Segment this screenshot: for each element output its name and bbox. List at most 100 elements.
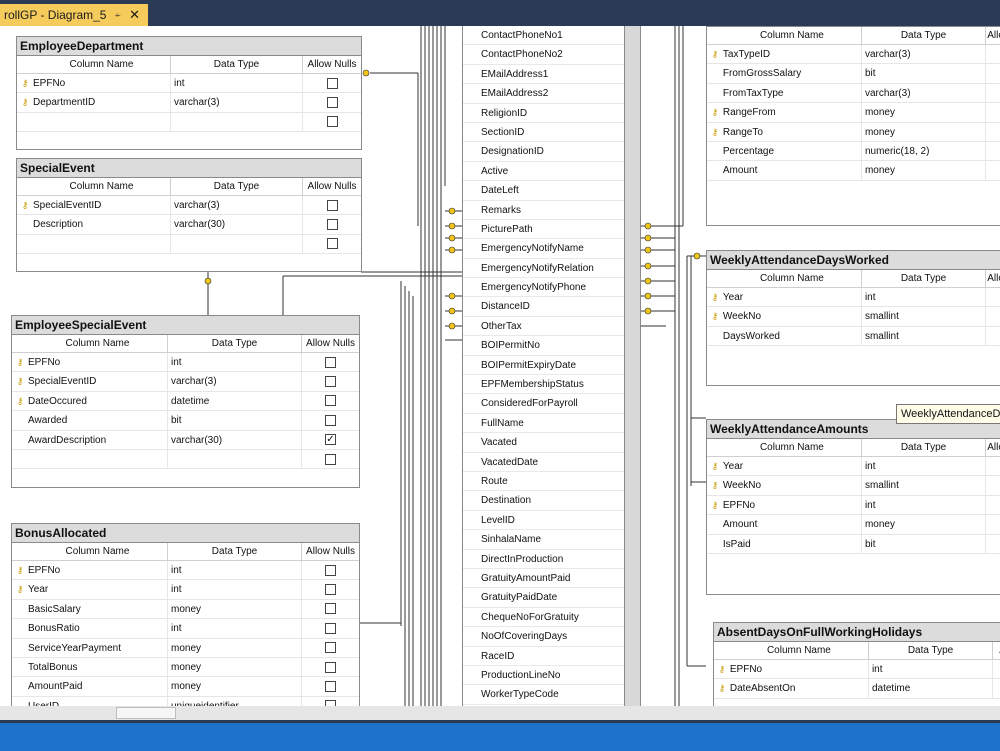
column-row[interactable]: DirectInProduction (463, 550, 624, 569)
allow-nulls-checkbox[interactable] (325, 622, 336, 634)
column-name[interactable]: FromTaxType (723, 83, 862, 103)
column-row[interactable]: EmergencyNotifyRelation (463, 259, 624, 279)
allow-nulls-checkbox[interactable] (325, 681, 336, 693)
column-name[interactable]: TaxTypeID (723, 45, 862, 64)
data-type[interactable]: money (168, 677, 302, 696)
allow-nulls-checkbox[interactable] (325, 642, 336, 654)
column-name[interactable]: RangeFrom (723, 103, 862, 122)
column-name[interactable]: EPFNo (33, 74, 171, 93)
column-name[interactable]: ServiceYearPayment (28, 638, 168, 657)
data-type[interactable]: datetime (869, 679, 994, 698)
table-employee-special-event[interactable]: EmployeeSpecialEvent Column Name Data Type… (11, 315, 360, 488)
data-type[interactable]: money (862, 515, 987, 534)
column-row[interactable]: EMailAddress1 (463, 65, 624, 85)
table-row[interactable] (17, 234, 361, 255)
table-title[interactable]: AbsentDaysOnFullWorkingHolidays (714, 623, 1000, 642)
column-row[interactable]: WorkerTypeCode (463, 685, 624, 705)
allow-nulls-checkbox[interactable] (325, 564, 336, 576)
column-name[interactable]: Year (723, 457, 862, 476)
data-type[interactable]: varchar(3) (862, 83, 987, 103)
table-row[interactable]: Amount money (707, 515, 1000, 535)
table-title[interactable]: BonusAllocated (12, 524, 359, 543)
column-name[interactable]: WeekNo (723, 476, 862, 495)
data-type[interactable]: int (862, 495, 987, 515)
table-title[interactable]: EmployeeDepartment (17, 37, 361, 56)
column-row[interactable]: EmergencyNotifyPhone (463, 278, 624, 298)
column-name[interactable]: Amount (723, 161, 862, 180)
column-row[interactable]: DesignationID (463, 142, 624, 162)
table-row[interactable]: IsPaid bit (707, 534, 1000, 554)
column-row[interactable]: DistanceID (463, 297, 624, 317)
column-name[interactable]: WeekNo (723, 307, 862, 326)
data-type[interactable]: smallint (862, 307, 987, 326)
data-type[interactable] (168, 449, 302, 469)
data-type[interactable]: int (168, 580, 302, 599)
table-row[interactable]: ⚷ EPFNo int (714, 660, 1000, 680)
column-name[interactable]: EPFNo (28, 353, 168, 372)
column-row[interactable]: EmergencyNotifyName (463, 239, 624, 259)
column-row[interactable]: ContactPhoneNo1 (463, 26, 624, 46)
column-name[interactable]: Awarded (28, 411, 168, 430)
table-row[interactable]: ⚷ EPFNo int (17, 74, 361, 94)
employee-table-columns[interactable]: ContactPhoneNo1 ContactPhoneNo2 EMailAddre… (462, 26, 625, 706)
horizontal-scrollbar-thumb[interactable] (116, 707, 176, 719)
table-row[interactable]: ⚷ TaxTypeID varchar(3) (707, 45, 1000, 65)
table-row[interactable]: AwardDescription varchar(30) ✓ (12, 430, 359, 450)
column-row[interactable]: Active (463, 162, 624, 182)
data-type[interactable]: bit (862, 534, 987, 553)
column-row[interactable]: SectionID (463, 123, 624, 143)
allow-nulls-checkbox[interactable] (326, 77, 338, 89)
data-type[interactable]: varchar(3) (171, 93, 303, 112)
column-name[interactable]: Percentage (723, 141, 862, 161)
table-row[interactable]: Percentage numeric(18, 2) (707, 141, 1000, 162)
table-row[interactable]: BonusRatio int (12, 619, 359, 639)
column-row[interactable]: OtherTax (463, 317, 624, 337)
table-row[interactable]: FromGrossSalary bit (707, 64, 1000, 84)
table-row[interactable]: ⚷ DateAbsentOn datetime (714, 679, 1000, 699)
table-title[interactable]: EmployeeSpecialEvent (12, 316, 359, 335)
column-name[interactable]: FromGrossSalary (723, 64, 862, 83)
allow-nulls-checkbox-checked[interactable]: ✓ (325, 434, 336, 446)
column-name[interactable]: UserID (28, 696, 168, 706)
table-special-event[interactable]: SpecialEvent Column Name Data Type Allow Nu… (16, 158, 362, 272)
table-row[interactable]: ⚷ Year int (12, 580, 359, 600)
data-type[interactable] (171, 234, 303, 254)
table-row[interactable]: ⚷ Year int (707, 457, 1000, 477)
column-row[interactable]: PicturePath (463, 220, 624, 240)
column-row[interactable]: DateLeft (463, 181, 624, 201)
column-row[interactable]: GratuityAmountPaid (463, 569, 624, 589)
column-row[interactable]: ReligionID (463, 104, 624, 123)
table-row[interactable]: ⚷ Year int (707, 288, 1000, 308)
column-row[interactable]: FullName (463, 414, 624, 434)
data-type[interactable]: varchar(30) (168, 430, 302, 449)
table-absent-days-on-full-working-holidays[interactable]: AbsentDaysOnFullWorkingHolidays Column Na… (713, 622, 1000, 706)
column-row[interactable]: SinhalaName (463, 530, 624, 550)
table-row[interactable]: FromTaxType varchar(3) (707, 83, 1000, 104)
data-type[interactable]: uniqueidentifier (168, 696, 302, 706)
data-type[interactable]: bit (862, 64, 987, 83)
data-type[interactable]: int (862, 288, 987, 307)
table-row[interactable]: ⚷ DepartmentID varchar(3) (17, 93, 361, 113)
close-icon[interactable]: ✕ (129, 7, 140, 23)
column-row[interactable]: ContactPhoneNo2 (463, 45, 624, 65)
column-name[interactable]: EPFNo (723, 495, 862, 515)
data-type[interactable]: numeric(18, 2) (862, 141, 987, 161)
data-type[interactable]: int (168, 619, 302, 638)
column-row[interactable]: Remarks (463, 201, 624, 220)
table-tax[interactable]: Column NameData TypeAllo ⚷ TaxTypeIDvarcha… (706, 26, 1000, 226)
table-row[interactable]: ⚷ RangeFrom money (707, 103, 1000, 123)
allow-nulls-checkbox[interactable] (325, 661, 336, 673)
column-row[interactable]: ProductionLineNo (463, 666, 624, 686)
column-row[interactable]: EMailAddress2 (463, 84, 624, 104)
allow-nulls-checkbox[interactable] (325, 603, 336, 615)
allow-nulls-checkbox[interactable] (326, 116, 338, 128)
table-row[interactable]: Amount money (707, 161, 1000, 181)
column-row[interactable]: ConsideredForPayroll (463, 394, 624, 414)
data-type[interactable]: varchar(3) (171, 196, 303, 215)
table-row[interactable]: ⚷ EPFNo int (12, 353, 359, 373)
column-row[interactable]: RaceID (463, 647, 624, 666)
table-row[interactable]: ⚷ SpecialEventID varchar(3) (17, 196, 361, 216)
table-row[interactable]: UserIDuniqueidentifier (12, 696, 359, 706)
column-row[interactable]: LevelID (463, 511, 624, 531)
data-type[interactable]: smallint (862, 476, 987, 495)
